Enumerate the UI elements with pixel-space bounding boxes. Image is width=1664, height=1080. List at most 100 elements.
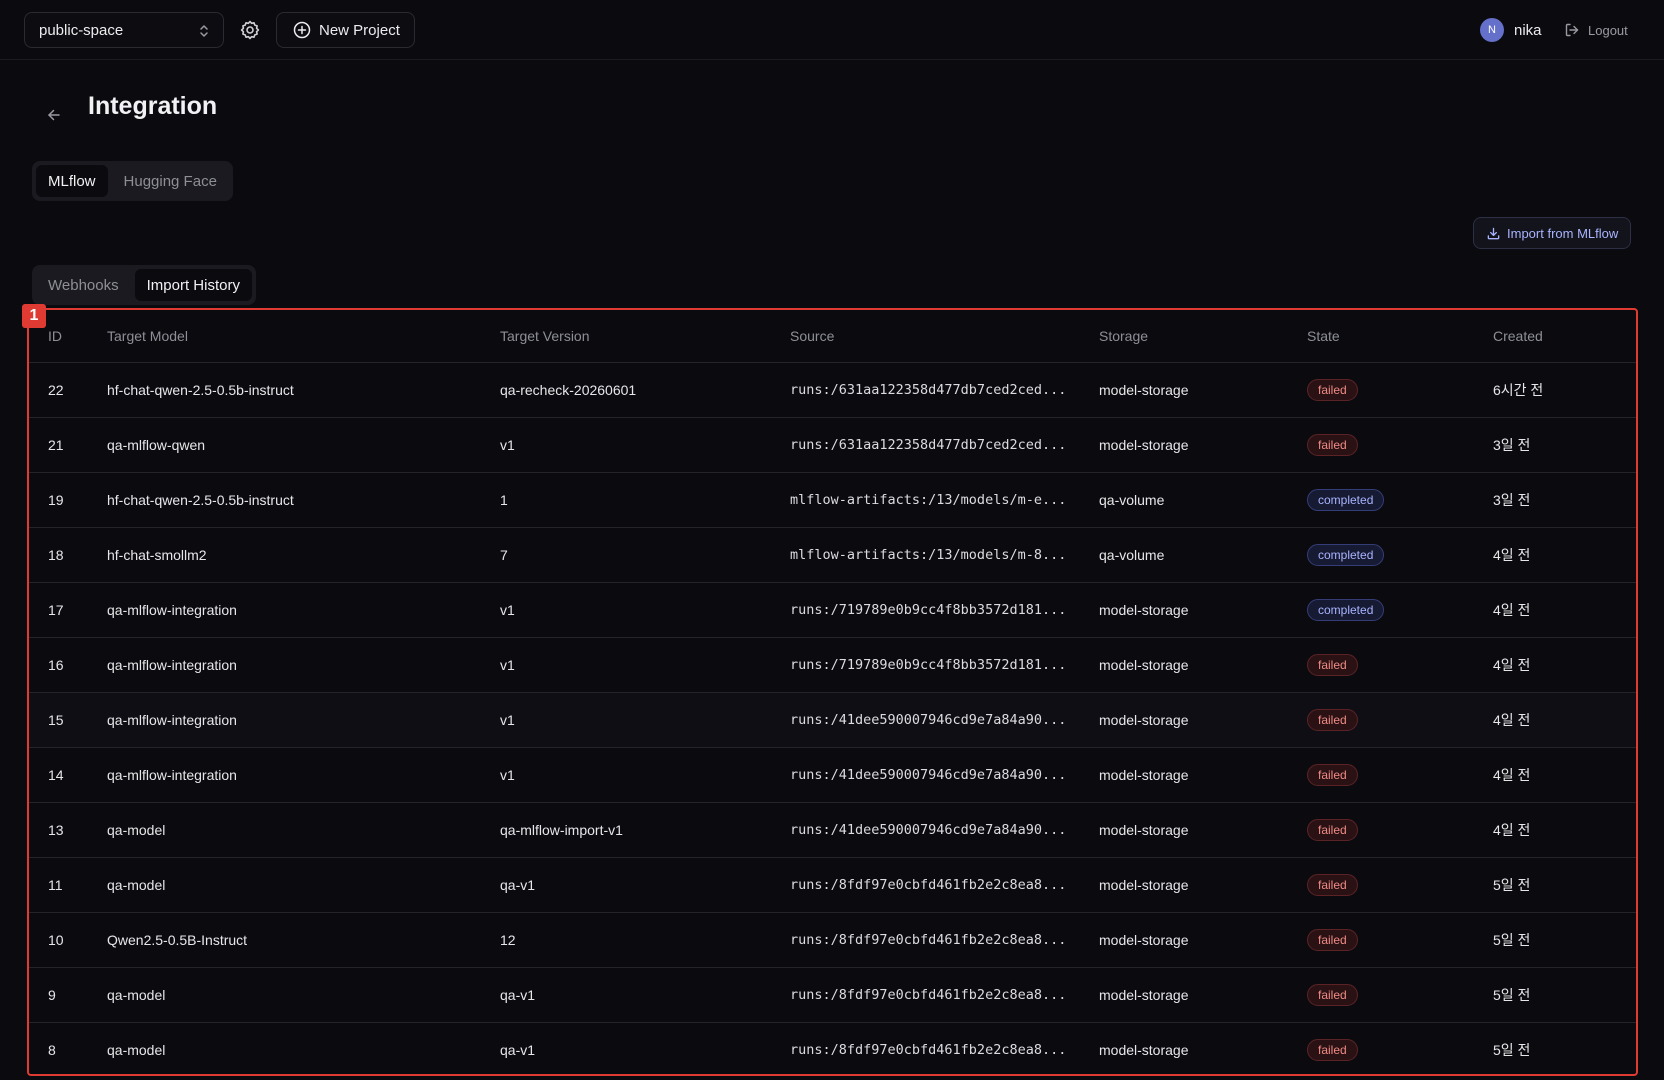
cell-target-model: hf-chat-qwen-2.5-0.5b-instruct — [107, 472, 500, 528]
cell-id: 13 — [29, 802, 107, 858]
view-tabs: Webhooks Import History — [32, 265, 256, 305]
cell-state: failed — [1307, 912, 1493, 968]
cell-state: completed — [1307, 582, 1493, 638]
cell-target-model: qa-model — [107, 857, 500, 913]
cell-created: 4일 전 — [1493, 802, 1636, 858]
back-arrow-icon[interactable] — [45, 106, 63, 124]
status-badge: failed — [1307, 708, 1358, 731]
cell-id: 14 — [29, 747, 107, 803]
column-header-source: Source — [790, 310, 1099, 363]
cell-id: 15 — [29, 692, 107, 748]
cell-storage: model-storage — [1099, 857, 1307, 913]
tab-import-history[interactable]: Import History — [134, 269, 252, 301]
tab-mlflow[interactable]: MLflow — [36, 165, 108, 197]
table-row[interactable]: 8 qa-model qa-v1 runs:/8fdf97e0cbfd461fb2e2… — [29, 1022, 1636, 1074]
cell-target-model: qa-model — [107, 802, 500, 858]
cell-target-version: v1 — [500, 582, 790, 638]
logout-button[interactable]: Logout — [1564, 18, 1628, 42]
tab-hugging-face[interactable]: Hugging Face — [112, 165, 229, 197]
cell-created: 4일 전 — [1493, 747, 1636, 803]
cell-target-model: qa-mlflow-integration — [107, 582, 500, 638]
table-row[interactable]: 22 hf-chat-qwen-2.5-0.5b-instruct qa-reche… — [29, 362, 1636, 418]
cell-state: failed — [1307, 747, 1493, 803]
cell-created: 5일 전 — [1493, 857, 1636, 913]
table-row[interactable]: 10 Qwen2.5-0.5B-Instruct 12 runs:/8fdf97e0c… — [29, 912, 1636, 968]
cell-storage: qa-volume — [1099, 472, 1307, 528]
cell-source: runs:/719789e0b9cc4f8bb3572d181... — [790, 637, 1099, 693]
cell-created: 4일 전 — [1493, 637, 1636, 693]
cell-target-version: qa-mlflow-import-v1 — [500, 802, 790, 858]
cell-id: 17 — [29, 582, 107, 638]
cell-source: runs:/8fdf97e0cbfd461fb2e2c8ea8... — [790, 1022, 1099, 1074]
column-header-target-version: Target Version — [500, 310, 790, 363]
cell-created: 3일 전 — [1493, 472, 1636, 528]
table-row[interactable]: 21 qa-mlflow-qwen v1 runs:/631aa122358d477d… — [29, 417, 1636, 473]
workspace-select[interactable]: public-space — [24, 12, 224, 48]
cell-state: failed — [1307, 967, 1493, 1023]
cell-target-version: 7 — [500, 527, 790, 583]
cell-target-version: v1 — [500, 747, 790, 803]
cell-id: 21 — [29, 417, 107, 473]
cell-target-model: qa-mlflow-qwen — [107, 417, 500, 473]
user-menu[interactable]: N nika — [1480, 18, 1542, 42]
table-row[interactable]: 14 qa-mlflow-integration v1 runs:/41dee5900… — [29, 747, 1636, 803]
cell-source: runs:/8fdf97e0cbfd461fb2e2c8ea8... — [790, 967, 1099, 1023]
column-header-storage: Storage — [1099, 310, 1307, 363]
new-project-button[interactable]: New Project — [276, 12, 415, 48]
cell-target-version: v1 — [500, 637, 790, 693]
import-from-mlflow-label: Import from MLflow — [1507, 225, 1619, 241]
cell-source: runs:/631aa122358d477db7ced2ced... — [790, 417, 1099, 473]
cell-storage: model-storage — [1099, 362, 1307, 418]
cell-storage: model-storage — [1099, 637, 1307, 693]
user-name: nika — [1514, 21, 1542, 39]
cell-storage: model-storage — [1099, 417, 1307, 473]
cell-id: 22 — [29, 362, 107, 418]
import-history-table: ID Target Model Target Version Source St… — [27, 308, 1638, 1076]
cell-storage: model-storage — [1099, 692, 1307, 748]
cell-id: 8 — [29, 1022, 107, 1074]
cell-target-version: 1 — [500, 472, 790, 528]
logout-icon — [1565, 23, 1579, 37]
table-row[interactable]: 17 qa-mlflow-integration v1 runs:/719789e0b… — [29, 582, 1636, 638]
tab-webhooks[interactable]: Webhooks — [36, 269, 131, 301]
table-row[interactable]: 18 hf-chat-smollm2 7 mlflow-artifacts:/13/m… — [29, 527, 1636, 583]
cell-target-version: qa-v1 — [500, 857, 790, 913]
cell-state: failed — [1307, 692, 1493, 748]
status-badge: failed — [1307, 653, 1358, 676]
import-from-mlflow-button[interactable]: Import from MLflow — [1473, 217, 1631, 249]
gear-icon[interactable] — [238, 18, 262, 42]
cell-source: runs:/8fdf97e0cbfd461fb2e2c8ea8... — [790, 912, 1099, 968]
cell-id: 9 — [29, 967, 107, 1023]
status-badge: failed — [1307, 818, 1358, 841]
cell-state: failed — [1307, 802, 1493, 858]
table-header-row: ID Target Model Target Version Source St… — [29, 310, 1636, 363]
top-bar: public-space New Project N nika Logout — [0, 0, 1664, 60]
status-badge: failed — [1307, 1038, 1358, 1061]
cell-storage: model-storage — [1099, 802, 1307, 858]
status-badge: completed — [1307, 488, 1385, 511]
table-row[interactable]: 9 qa-model qa-v1 runs:/8fdf97e0cbfd461fb2e2… — [29, 967, 1636, 1023]
cell-storage: model-storage — [1099, 582, 1307, 638]
cell-state: failed — [1307, 857, 1493, 913]
table-row[interactable]: 11 qa-model qa-v1 runs:/8fdf97e0cbfd461fb2e… — [29, 857, 1636, 913]
table-row[interactable]: 15 qa-mlflow-integration v1 runs:/41dee5900… — [29, 692, 1636, 748]
logout-label: Logout — [1588, 22, 1628, 38]
cell-created: 5일 전 — [1493, 967, 1636, 1023]
avatar: N — [1480, 18, 1504, 42]
cell-created: 4일 전 — [1493, 527, 1636, 583]
cell-source: runs:/41dee590007946cd9e7a84a90... — [790, 802, 1099, 858]
cell-target-model: Qwen2.5-0.5B-Instruct — [107, 912, 500, 968]
cell-created: 4일 전 — [1493, 692, 1636, 748]
cell-state: completed — [1307, 527, 1493, 583]
cell-storage: model-storage — [1099, 967, 1307, 1023]
workspace-select-value: public-space — [39, 21, 124, 39]
table-row[interactable]: 13 qa-model qa-mlflow-import-v1 runs:/41dee… — [29, 802, 1636, 858]
cell-id: 11 — [29, 857, 107, 913]
cell-state: failed — [1307, 1022, 1493, 1074]
cell-target-model: qa-model — [107, 1022, 500, 1074]
plus-circle-icon — [293, 21, 311, 39]
download-icon — [1487, 227, 1500, 239]
table-row[interactable]: 16 qa-mlflow-integration v1 runs:/719789e0b… — [29, 637, 1636, 693]
table-row[interactable]: 19 hf-chat-qwen-2.5-0.5b-instruct 1 mlflow-… — [29, 472, 1636, 528]
cell-target-version: v1 — [500, 692, 790, 748]
